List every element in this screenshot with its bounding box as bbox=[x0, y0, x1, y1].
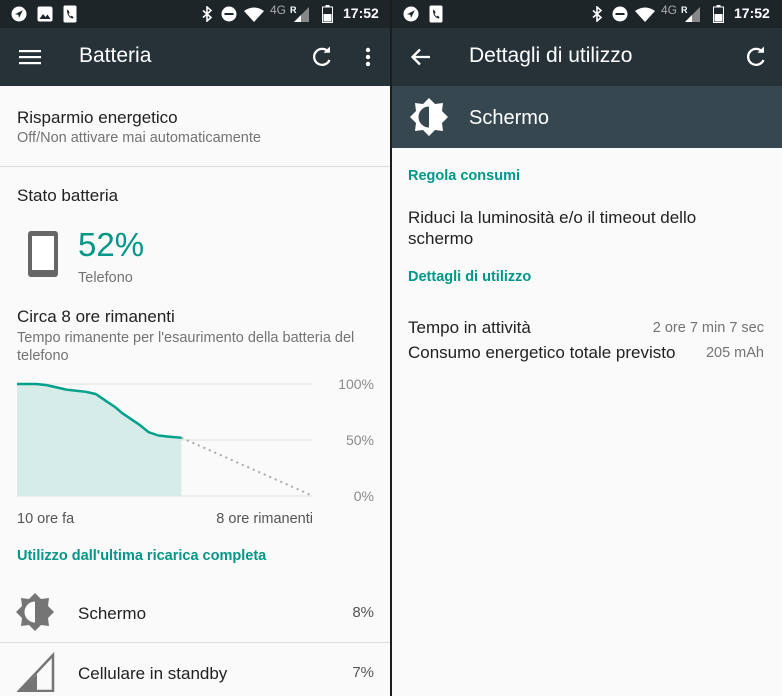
page-title: Dettagli di utilizzo bbox=[469, 44, 633, 67]
wifi-icon bbox=[243, 5, 265, 23]
projection-line bbox=[181, 436, 314, 497]
network-type-label: 4G bbox=[661, 3, 678, 17]
do-not-disturb-icon bbox=[220, 5, 238, 23]
status-bar: 4G R 17:52 bbox=[0, 0, 390, 28]
detail-label: Consumo energetico totale previsto bbox=[408, 343, 676, 362]
refresh-icon[interactable] bbox=[741, 42, 771, 72]
divider bbox=[0, 166, 390, 167]
usage-item-label: Cellulare in standby bbox=[78, 664, 228, 683]
app-bar: Batteria bbox=[0, 28, 390, 86]
y-tick-label: 0% bbox=[354, 488, 374, 504]
battery-history-chart: 100% 50% 0% 10 ore fa 8 ore rimanenti bbox=[17, 376, 374, 527]
usage-details-screen: 4G R 17:52 Dettagli di utilizzo Schermo … bbox=[392, 0, 782, 696]
menu-icon[interactable] bbox=[15, 42, 45, 72]
navigation-icon bbox=[402, 5, 420, 23]
usage-item-label: Schermo bbox=[78, 604, 147, 623]
battery-icon bbox=[712, 5, 724, 23]
wifi-icon bbox=[634, 5, 656, 23]
usage-heading: Utilizzo dall'ultima ricarica completa bbox=[17, 548, 267, 564]
phone-card-icon bbox=[428, 5, 444, 23]
detail-label: Tempo in attività bbox=[408, 318, 531, 337]
battery-status-heading: Stato batteria bbox=[17, 186, 119, 205]
battery-screen: 4G R 17:52 Batteria Risparmio energetico… bbox=[0, 0, 390, 696]
brightness-icon bbox=[15, 592, 55, 637]
image-icon bbox=[36, 5, 54, 23]
phone-icon bbox=[28, 231, 58, 282]
network-type-label: 4G bbox=[270, 3, 287, 17]
navigation-icon bbox=[10, 5, 28, 23]
bluetooth-icon bbox=[200, 5, 214, 23]
battery-percent: 52% bbox=[78, 226, 145, 263]
more-options-icon[interactable] bbox=[353, 42, 383, 72]
back-arrow-icon[interactable] bbox=[406, 42, 436, 72]
detail-value: 205 mAh bbox=[705, 345, 764, 361]
remaining-description: Tempo rimanente per l'esaurimento della … bbox=[17, 330, 355, 364]
adjust-heading: Regola consumi bbox=[408, 168, 520, 184]
cell-signal-icon bbox=[684, 5, 700, 23]
page-title: Batteria bbox=[79, 44, 152, 67]
power-saver-subtitle: Off/Non attivare mai automaticamente bbox=[17, 130, 261, 146]
history-area bbox=[17, 384, 182, 496]
device-label: Telefono bbox=[78, 270, 133, 286]
adjust-suggestion[interactable]: Riduci la luminosità e/o il timeout dell… bbox=[408, 207, 758, 249]
y-tick-label: 100% bbox=[338, 376, 374, 392]
details-heading: Dettagli di utilizzo bbox=[408, 269, 532, 285]
phone-card-icon bbox=[62, 5, 78, 23]
cell-signal-icon bbox=[16, 651, 55, 696]
remaining-title: Circa 8 ore rimanenti bbox=[17, 307, 175, 326]
usage-item-value: 8% bbox=[352, 604, 374, 621]
usage-item-value: 7% bbox=[352, 664, 374, 681]
divider bbox=[0, 642, 390, 643]
app-bar: Dettagli di utilizzo bbox=[392, 28, 782, 86]
power-saver-title: Risparmio energetico bbox=[17, 108, 178, 127]
x-end-label: 8 ore rimanenti bbox=[216, 511, 313, 527]
cell-signal-icon bbox=[293, 5, 309, 23]
battery-icon bbox=[321, 5, 333, 23]
status-time: 17:52 bbox=[343, 5, 379, 21]
refresh-icon[interactable] bbox=[307, 42, 337, 72]
header-title: Schermo bbox=[469, 107, 550, 129]
screen-header: Schermo bbox=[392, 86, 782, 148]
brightness-icon bbox=[409, 97, 449, 142]
x-start-label: 10 ore fa bbox=[17, 511, 75, 527]
bluetooth-icon bbox=[590, 5, 604, 23]
status-time: 17:52 bbox=[734, 5, 770, 21]
detail-value: 2 ore 7 min 7 sec bbox=[652, 320, 764, 336]
do-not-disturb-icon bbox=[611, 5, 629, 23]
status-bar: 4G R 17:52 bbox=[392, 0, 782, 28]
y-tick-label: 50% bbox=[346, 432, 374, 448]
